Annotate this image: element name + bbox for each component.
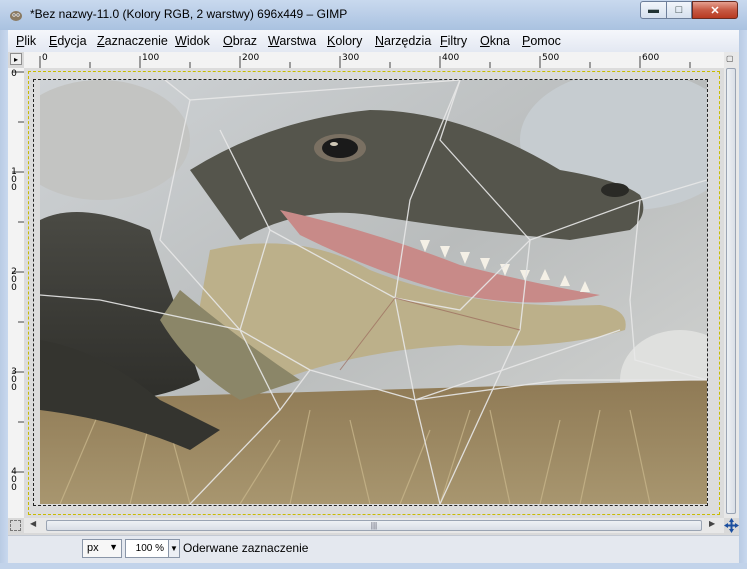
zoom-input[interactable]: 100 % xyxy=(125,539,169,558)
menu-pomoc[interactable]: Pomoc xyxy=(522,34,561,48)
scroll-right-icon[interactable]: ▶ xyxy=(709,519,715,528)
menu-obraz[interactable]: Obraz xyxy=(223,34,257,48)
unit-dropdown[interactable]: px ▼ xyxy=(82,539,122,558)
zoom-lock-icon[interactable]: ▢ xyxy=(726,54,734,63)
menu-edycja[interactable]: Edycja xyxy=(49,34,87,48)
window-frame-left xyxy=(0,30,8,569)
ruler-label: 400 xyxy=(442,53,460,63)
horizontal-scrollbar[interactable]: ◀ ||| ▶ xyxy=(24,518,724,533)
window-title: *Bez nazwy-11.0 (Kolory RGB, 2 warstwy) … xyxy=(30,7,348,21)
minimize-button[interactable]: ▬ xyxy=(640,1,667,19)
ruler-label: 400 xyxy=(11,467,17,493)
ruler-label: 100 xyxy=(142,53,160,63)
title-bar: *Bez nazwy-11.0 (Kolory RGB, 2 warstwy) … xyxy=(0,0,747,30)
menu-warstwa[interactable]: Warstwa xyxy=(268,34,316,48)
status-message: Oderwane zaznaczenie xyxy=(183,541,309,555)
ruler-label: 100 xyxy=(11,167,17,193)
horizontal-ruler[interactable]: 0 100 200 300 400 500 600 xyxy=(24,52,724,69)
menu-arrow-button[interactable]: ▸ xyxy=(10,53,22,65)
navigate-icon[interactable] xyxy=(724,518,739,533)
scroll-left-icon[interactable]: ◀ xyxy=(30,519,36,528)
menu-bar: Plik Edycja Zaznaczenie Widok Obraz Wars… xyxy=(8,30,739,53)
chevron-down-icon: ▼ xyxy=(170,544,178,553)
menu-okna[interactable]: Okna xyxy=(480,34,510,48)
menu-filtry[interactable]: Filtry xyxy=(440,34,467,48)
menu-widok[interactable]: Widok xyxy=(175,34,210,48)
ruler-label: 600 xyxy=(642,53,660,63)
floating-selection-border xyxy=(33,79,708,506)
triangle-right-icon: ▸ xyxy=(13,54,18,64)
close-button[interactable]: ✕ xyxy=(692,1,738,19)
ruler-ticks xyxy=(12,71,24,473)
ruler-label: 0 xyxy=(42,53,48,63)
horizontal-scroll-thumb[interactable]: ||| xyxy=(46,520,702,531)
menu-plik[interactable]: Plik xyxy=(16,34,36,48)
vertical-ruler[interactable]: 0 100 200 300 400 xyxy=(8,68,25,518)
ruler-label: 200 xyxy=(242,53,260,63)
minimize-icon: ▬ xyxy=(648,4,659,16)
ruler-label: 300 xyxy=(342,53,360,63)
ruler-label: 200 xyxy=(11,267,17,293)
menu-zaznaczenie[interactable]: Zaznaczenie xyxy=(97,34,168,48)
ruler-label: 500 xyxy=(542,53,560,63)
ruler-label: 300 xyxy=(11,367,17,393)
vertical-scrollbar[interactable]: ▢ xyxy=(724,52,739,518)
vertical-scroll-thumb[interactable] xyxy=(726,68,736,514)
chevron-down-icon: ▼ xyxy=(109,542,118,552)
gimp-icon xyxy=(10,11,22,21)
zoom-value: 100 % xyxy=(135,543,164,554)
window-frame-bottom xyxy=(0,563,747,569)
window-frame-right xyxy=(739,30,747,569)
ruler-ticks xyxy=(39,56,691,68)
quick-mask-icon[interactable] xyxy=(10,520,21,531)
zoom-dropdown-button[interactable]: ▼ xyxy=(168,539,180,558)
unit-value: px xyxy=(87,542,99,554)
menu-narzedzia[interactable]: Narzędzia xyxy=(375,34,431,48)
close-icon: ✕ xyxy=(710,4,720,17)
maximize-icon: □ xyxy=(675,4,683,16)
maximize-button[interactable]: □ xyxy=(666,1,692,19)
ruler-label: 0 xyxy=(11,69,17,79)
menu-kolory[interactable]: Kolory xyxy=(327,34,362,48)
